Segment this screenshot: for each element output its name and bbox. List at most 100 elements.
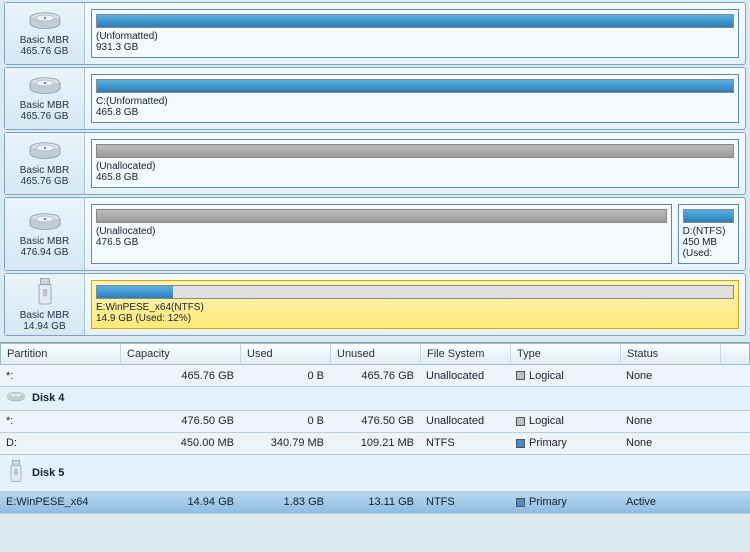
table-cell: 465.76 GB xyxy=(120,367,240,385)
disk-size-label: 465.76 GB xyxy=(21,176,69,187)
partition-label: (Unformatted) xyxy=(96,31,734,42)
column-header[interactable]: Type xyxy=(511,344,621,364)
column-header[interactable]: Unused xyxy=(331,344,421,364)
usage-bar-fill xyxy=(97,145,733,157)
partition-block[interactable]: (Unformatted)931.3 GB xyxy=(91,9,739,58)
partition-container: (Unallocated)465.8 GB xyxy=(85,133,745,194)
usage-bar xyxy=(96,144,734,158)
usage-bar-fill xyxy=(97,80,733,92)
table-cell: 0 B xyxy=(240,412,330,430)
table-cell: 0 B xyxy=(240,367,330,385)
disk-group-row[interactable]: Disk 5 xyxy=(0,455,750,492)
partition-block[interactable]: E:WinPESE_x64(NTFS)14.9 GB (Used: 12%) xyxy=(91,280,739,329)
usb-drive-icon xyxy=(6,459,26,487)
type-label: Primary xyxy=(529,496,567,508)
table-cell: *: xyxy=(0,412,120,430)
disk-type-label: Basic MBR xyxy=(20,100,69,111)
type-label: Logical xyxy=(529,370,564,382)
usage-bar xyxy=(96,285,734,299)
table-row[interactable]: D:450.00 MB340.79 MB109.21 MBNTFSPrimary… xyxy=(0,433,750,455)
table-cell: Unallocated xyxy=(420,367,510,385)
partition-size: 14.9 GB (Used: 12%) xyxy=(96,313,734,324)
table-cell: None xyxy=(620,434,720,452)
hard-disk-icon xyxy=(27,75,63,100)
table-row[interactable]: E:WinPESE_x6414.94 GB1.83 GB13.11 GBNTFS… xyxy=(0,492,750,514)
partition-label: (Unallocated) xyxy=(96,161,734,172)
disk-row[interactable]: Basic MBR14.94 GB E:WinPESE_x64(NTFS)14.9… xyxy=(4,273,746,336)
hard-disk-icon xyxy=(27,140,63,165)
table-cell: 1.83 GB xyxy=(240,493,330,511)
table-cell: 340.79 MB xyxy=(240,434,330,452)
disk-graphical-list: Basic MBR465.76 GB(Unformatted)931.3 GBB… xyxy=(0,2,750,336)
table-row[interactable]: *:465.76 GB0 B465.76 GBUnallocatedLogica… xyxy=(0,365,750,387)
usage-bar xyxy=(96,14,734,28)
disk-info: Basic MBR465.76 GB xyxy=(5,133,85,194)
partition-label: C:(Unformatted) xyxy=(96,96,734,107)
disk-row[interactable]: Basic MBR465.76 GB(Unformatted)931.3 GB xyxy=(4,2,746,65)
table-cell: Active xyxy=(620,493,720,511)
table-cell: Unallocated xyxy=(420,412,510,430)
table-cell: 476.50 GB xyxy=(120,412,240,430)
type-color-swatch xyxy=(516,417,525,426)
column-header[interactable]: Partition xyxy=(1,344,121,364)
partition-container: C:(Unformatted)465.8 GB xyxy=(85,68,745,129)
partition-container: (Unformatted)931.3 GB xyxy=(85,3,745,64)
table-cell: 14.94 GB xyxy=(120,493,240,511)
disk-group-label: Disk 4 xyxy=(32,392,64,404)
partition-block[interactable]: C:(Unformatted)465.8 GB xyxy=(91,74,739,123)
partition-label: (Unallocated) xyxy=(96,226,667,237)
table-cell: D: xyxy=(0,434,120,452)
disk-row[interactable]: Basic MBR465.76 GBC:(Unformatted)465.8 G… xyxy=(4,67,746,130)
partition-block[interactable]: (Unallocated)476.5 GB xyxy=(91,204,672,264)
disk-group-label: Disk 5 xyxy=(32,467,64,479)
usb-drive-icon xyxy=(30,277,60,310)
hard-disk-icon xyxy=(6,391,26,406)
table-cell: 450.00 MB xyxy=(120,434,240,452)
table-cell: NTFS xyxy=(420,434,510,452)
disk-info: Basic MBR465.76 GB xyxy=(5,68,85,129)
partition-block[interactable]: (Unallocated)465.8 GB xyxy=(91,139,739,188)
partition-block[interactable]: D:(NTFS)450 MB (Used: xyxy=(678,204,739,264)
partition-size: 465.8 GB xyxy=(96,172,734,183)
disk-info: Basic MBR465.76 GB xyxy=(5,3,85,64)
partition-size: 931.3 GB xyxy=(96,42,734,53)
table-cell: Logical xyxy=(510,367,620,385)
disk-group-row[interactable]: Disk 4 xyxy=(0,387,750,411)
partition-label: D:(NTFS) xyxy=(683,226,734,237)
type-label: Logical xyxy=(529,415,564,427)
column-header[interactable]: Capacity xyxy=(121,344,241,364)
type-color-swatch xyxy=(516,371,525,380)
column-header[interactable]: Used xyxy=(241,344,331,364)
type-label: Primary xyxy=(529,437,567,449)
usage-bar xyxy=(683,209,734,223)
table-cell: Primary xyxy=(510,434,620,452)
disk-type-label: Basic MBR xyxy=(20,310,69,321)
disk-size-label: 465.76 GB xyxy=(21,46,69,57)
disk-info: Basic MBR476.94 GB xyxy=(5,198,85,270)
table-cell: None xyxy=(620,367,720,385)
disk-size-label: 14.94 GB xyxy=(23,321,65,332)
table-row[interactable]: *:476.50 GB0 B476.50 GBUnallocatedLogica… xyxy=(0,411,750,433)
table-header: PartitionCapacityUsedUnusedFile SystemTy… xyxy=(0,343,750,365)
usage-bar-fill xyxy=(97,210,666,222)
table-cell: Logical xyxy=(510,412,620,430)
usage-bar-fill xyxy=(684,210,733,222)
disk-row[interactable]: Basic MBR476.94 GB(Unallocated)476.5 GBD… xyxy=(4,197,746,271)
table-cell: 13.11 GB xyxy=(330,493,420,511)
usage-bar xyxy=(96,79,734,93)
column-header[interactable]: Status xyxy=(621,344,721,364)
table-cell: 476.50 GB xyxy=(330,412,420,430)
disk-row[interactable]: Basic MBR465.76 GB(Unallocated)465.8 GB xyxy=(4,132,746,195)
type-color-swatch xyxy=(516,498,525,507)
partition-container: E:WinPESE_x64(NTFS)14.9 GB (Used: 12%) xyxy=(85,274,745,335)
table-cell: Primary xyxy=(510,493,620,511)
column-header[interactable]: File System xyxy=(421,344,511,364)
partition-size: 476.5 GB xyxy=(96,237,667,248)
usage-bar-fill xyxy=(97,286,173,298)
hard-disk-icon xyxy=(27,211,63,236)
disk-size-label: 476.94 GB xyxy=(21,247,69,258)
disk-type-label: Basic MBR xyxy=(20,165,69,176)
disk-type-label: Basic MBR xyxy=(20,35,69,46)
disk-size-label: 465.76 GB xyxy=(21,111,69,122)
partition-size: 450 MB (Used: xyxy=(683,237,734,259)
